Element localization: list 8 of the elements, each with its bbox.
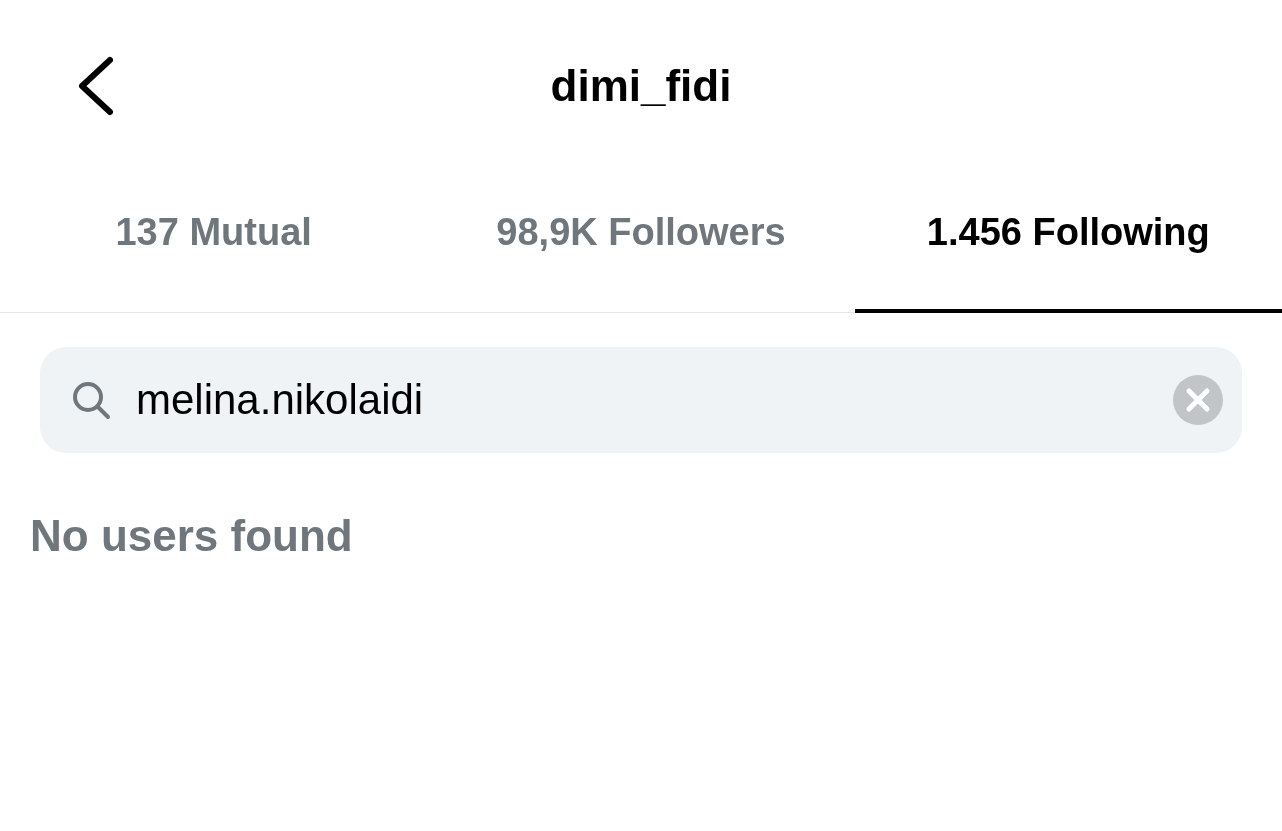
search-bar[interactable]: melina.nikolaidi — [40, 347, 1242, 453]
tab[interactable]: 137 Mutual — [0, 175, 428, 313]
tab[interactable]: 98,9K Followers — [427, 175, 855, 313]
empty-message: No users found — [30, 511, 354, 561]
search-icon — [70, 379, 112, 421]
profile-username: dimi_fidi — [550, 60, 732, 111]
tab[interactable]: 1.456 Following — [854, 175, 1282, 313]
search-field[interactable]: melina.nikolaidi — [136, 376, 1148, 424]
